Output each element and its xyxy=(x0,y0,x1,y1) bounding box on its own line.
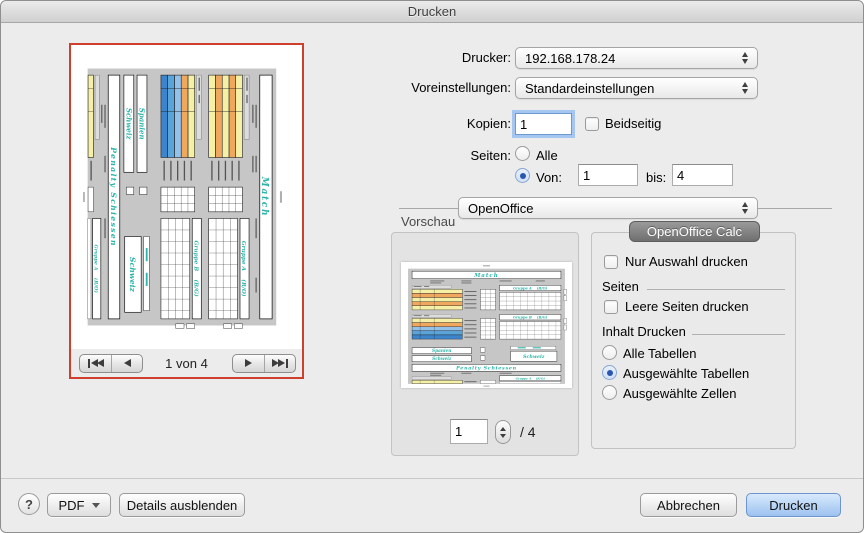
svg-text:Gruppe A(R/O): Gruppe A(R/O) xyxy=(516,377,546,381)
page-preview-box: Match xyxy=(69,43,304,379)
blank-pages-checkbox[interactable] xyxy=(604,300,618,314)
cancel-label: Abbrechen xyxy=(657,498,720,513)
copies-field[interactable] xyxy=(515,113,572,135)
popup-arrows-icon xyxy=(742,82,748,94)
pages-from-field[interactable] xyxy=(578,164,638,186)
page-stepper[interactable] xyxy=(495,420,511,444)
svg-text:Gruppe A(R/O): Gruppe A(R/O) xyxy=(513,287,547,291)
preview-page-thumbnail: Match xyxy=(71,45,302,349)
svg-text:Gruppe B(B/G): Gruppe B(B/G) xyxy=(192,241,199,298)
all-tables-label: Alle Tabellen xyxy=(623,346,696,362)
stepper-up-icon xyxy=(500,427,506,431)
pages-label: Seiten: xyxy=(331,148,511,164)
presets-label: Voreinstellungen: xyxy=(331,80,511,96)
only-selection-label: Nur Auswahl drucken xyxy=(625,254,748,270)
sheet-page-graphic: Match xyxy=(401,262,572,388)
next-icon xyxy=(245,359,252,367)
print-dialog: Drucken Match xyxy=(0,0,864,533)
presets-value: Standardeinstellungen xyxy=(525,81,736,96)
selected-tables-label: Ausgewählte Tabellen xyxy=(623,366,749,382)
cancel-button[interactable]: Abbrechen xyxy=(640,493,737,517)
printer-value: 192.168.178.24 xyxy=(525,51,736,66)
preview-panel: Match xyxy=(391,232,579,456)
print-button[interactable]: Drucken xyxy=(746,493,841,517)
group-divider xyxy=(647,289,785,290)
last-page-button[interactable] xyxy=(264,355,295,372)
all-tables-radio[interactable] xyxy=(602,345,617,360)
next-page-button[interactable] xyxy=(233,355,264,372)
popup-arrows-icon xyxy=(742,202,748,214)
svg-text:Match: Match xyxy=(473,273,499,279)
app-section-popup[interactable]: OpenOffice xyxy=(458,197,758,219)
only-selection-checkbox[interactable] xyxy=(604,255,618,269)
copies-label: Kopien: xyxy=(331,116,511,132)
svg-text:Gruppe B(B/G): Gruppe B(B/G) xyxy=(513,316,548,320)
pages-to-field[interactable] xyxy=(672,164,733,186)
two-sided-checkbox[interactable] xyxy=(585,117,599,131)
printer-label: Drucker: xyxy=(331,50,511,66)
nav-forward-segment xyxy=(232,354,296,373)
presets-popup[interactable]: Standardeinstellungen xyxy=(515,77,758,99)
pages-range-radio[interactable] xyxy=(515,168,530,183)
pages-all-radio[interactable] xyxy=(515,146,530,161)
selected-cells-label: Ausgewählte Zellen xyxy=(623,386,736,402)
calc-panel-title-badge: OpenOffice Calc xyxy=(629,221,760,242)
preview-page-field[interactable] xyxy=(450,419,488,444)
pages-to-label: bis: xyxy=(646,170,666,186)
sheet-page-graphic: Match xyxy=(81,57,287,337)
pages-from-label: Von: xyxy=(536,170,562,186)
preview-sheet-page: Match xyxy=(401,262,572,388)
svg-text:Schweiz: Schweiz xyxy=(432,357,452,362)
pages-group-label: Seiten xyxy=(602,279,639,295)
dropdown-arrow-icon xyxy=(92,503,100,508)
hide-details-button[interactable]: Details ausblenden xyxy=(119,493,245,517)
footer-divider xyxy=(1,478,863,479)
selected-cells-radio[interactable] xyxy=(602,385,617,400)
svg-text:Schweiz: Schweiz xyxy=(124,108,133,141)
help-button[interactable]: ? xyxy=(18,493,40,515)
svg-text:Penalty Schiessen: Penalty Schiessen xyxy=(109,146,118,247)
svg-text:Spanien: Spanien xyxy=(138,108,147,140)
pages-all-label: Alle xyxy=(536,148,558,164)
title-bar: Drucken xyxy=(1,1,863,23)
svg-text:Penalty Schiessen: Penalty Schiessen xyxy=(455,366,517,372)
svg-text:Gruppe A(R/O): Gruppe A(R/O) xyxy=(240,241,247,297)
svg-text:Schweiz: Schweiz xyxy=(128,257,137,293)
app-section-value: OpenOffice xyxy=(468,201,736,216)
calc-options-panel: Nur Auswahl drucken Seiten Leere Seiten … xyxy=(591,232,796,449)
stepper-down-icon xyxy=(500,434,506,438)
print-label: Drucken xyxy=(769,498,817,513)
calc-panel-title: OpenOffice Calc xyxy=(647,224,742,239)
pdf-menu-button[interactable]: PDF xyxy=(47,493,111,517)
popup-arrows-icon xyxy=(742,52,748,64)
content-group-label: Inhalt Drucken xyxy=(602,324,686,340)
page-total-label: / 4 xyxy=(520,424,536,440)
svg-text:Gruppe A(R/O): Gruppe A(R/O) xyxy=(93,244,100,293)
group-divider xyxy=(692,334,785,335)
blank-pages-label: Leere Seiten drucken xyxy=(625,299,749,315)
hide-details-label: Details ausblenden xyxy=(127,498,238,513)
preview-nav-bar: 1 von 4 xyxy=(71,349,302,377)
svg-text:Schweiz: Schweiz xyxy=(523,354,545,360)
window-title: Drucken xyxy=(408,4,456,19)
rotated-sheet-holder: Match xyxy=(81,57,287,337)
svg-text:Match: Match xyxy=(259,176,269,217)
printer-popup[interactable]: 192.168.178.24 xyxy=(515,47,758,69)
selected-tables-radio[interactable] xyxy=(602,365,617,380)
skip-last-icon xyxy=(286,359,288,368)
preview-panel-label: Vorschau xyxy=(401,214,455,229)
svg-text:Spanien: Spanien xyxy=(432,349,451,354)
pdf-label: PDF xyxy=(59,498,85,513)
two-sided-label: Beidseitig xyxy=(605,116,661,132)
